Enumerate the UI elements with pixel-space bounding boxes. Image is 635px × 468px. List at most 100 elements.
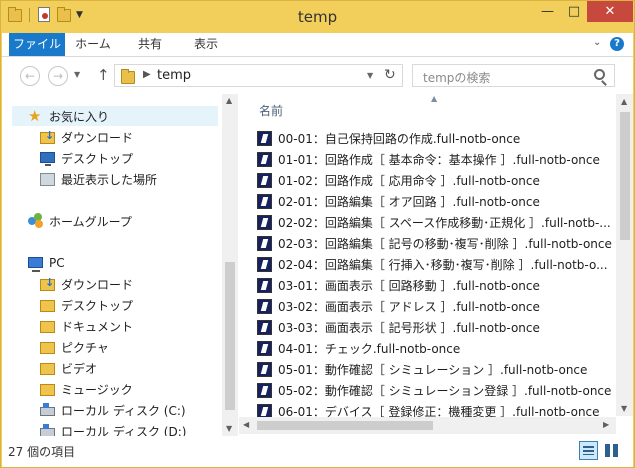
item-count: 27 個の項目 (8, 445, 76, 459)
file-name: 01-02：回路作成［ 応用命令 ］.full-notb-once (278, 174, 540, 188)
file-name: 02-03：回路編集［ 記号の移動･複写･削除 ］.full-notb-once (278, 237, 612, 251)
music-folder-icon (40, 381, 56, 397)
sidebar-item-desktop[interactable]: デスクトップ (40, 148, 133, 168)
sidebar-item-label: ホームグループ (49, 214, 132, 229)
scroll-left-icon[interactable]: ◀ (243, 420, 249, 429)
expand-ribbon-icon[interactable]: ⌄ (593, 37, 601, 48)
forward-button[interactable]: → (48, 66, 68, 86)
sidebar-item-pictures[interactable]: ピクチャ (40, 337, 109, 357)
file-list-vertical-scrollbar[interactable]: ▲ ▼ (616, 94, 633, 416)
tab-home[interactable]: ホーム (69, 33, 117, 56)
documents-folder-icon (40, 318, 56, 334)
sidebar-item-label: ローカル ディスク (C:) (61, 403, 186, 418)
file-list: ▲ 名前 00-01：自己保持回路の作成.full-notb-once 01-01… (239, 94, 615, 436)
explorer-window: ▼ temp — □ ✕ ファイル ホーム 共有 表示 ⌄ ? ← → ▼ ↑ … (0, 0, 635, 468)
scroll-up-icon[interactable]: ▲ (226, 96, 232, 105)
search-input[interactable]: tempの検索 (412, 64, 615, 87)
back-button[interactable]: ← (20, 66, 40, 86)
search-placeholder: tempの検索 (423, 71, 491, 85)
search-icon[interactable] (594, 69, 605, 80)
minimize-button[interactable]: — (534, 1, 561, 22)
address-dropdown-icon[interactable]: ▼ (367, 71, 373, 80)
file-row[interactable]: 01-01：回路作成［ 基本命令：基本操作 ］.full-notb-once (257, 149, 600, 170)
star-icon: ★ (28, 107, 42, 125)
sidebar-item-label: ミュージック (61, 382, 133, 397)
large-icons-view-icon[interactable] (602, 441, 621, 460)
pictures-folder-icon (40, 339, 56, 355)
scroll-down-icon[interactable]: ▼ (621, 404, 627, 413)
close-button[interactable]: ✕ (587, 1, 633, 22)
breadcrumb-separator-icon[interactable]: ▶ (143, 69, 151, 80)
sidebar-item-favorites[interactable]: ★ お気に入り (12, 106, 218, 126)
sidebar-item-homegroup[interactable]: ホームグループ (28, 211, 132, 231)
recent-locations-dropdown-icon[interactable]: ▼ (74, 70, 80, 79)
breadcrumb[interactable]: temp (157, 68, 191, 83)
title-bar: ▼ temp — □ ✕ (1, 1, 634, 33)
sidebar-item-label: PC (49, 256, 65, 270)
sidebar-item-music[interactable]: ミュージック (40, 379, 133, 399)
pc-icon (28, 255, 44, 272)
tab-share[interactable]: 共有 (126, 33, 174, 56)
sidebar-item-pc-desktop[interactable]: デスクトップ (40, 295, 133, 315)
file-row[interactable]: 00-01：自己保持回路の作成.full-notb-once (257, 128, 520, 149)
sidebar-item-pc[interactable]: PC (28, 253, 65, 273)
column-header: ▲ 名前 (239, 94, 615, 122)
sidebar-item-label: デスクトップ (61, 151, 134, 166)
file-list-horizontal-scrollbar[interactable]: ◀ ▶ (239, 417, 616, 434)
sidebar-item-recent-places[interactable]: 最近表示した場所 (40, 169, 157, 189)
file-row[interactable]: 02-01：回路編集［ オア回路 ］.full-notb-once (257, 191, 540, 212)
details-view-icon[interactable] (579, 441, 598, 460)
file-row[interactable]: 03-03：画面表示［ 記号形状 ］.full-notb-once (257, 317, 540, 338)
downloads-folder-icon (40, 276, 56, 292)
sidebar-item-label: 最近表示した場所 (61, 172, 158, 187)
file-row[interactable]: 04-01：チェック.full-notb-once (257, 338, 460, 359)
scroll-down-icon[interactable]: ▼ (226, 424, 232, 433)
navigation-pane-scrollbar[interactable]: ▲ ▼ (222, 94, 238, 436)
file-name: 02-01：回路編集［ オア回路 ］.full-notb-once (278, 195, 540, 209)
scrollbar-thumb[interactable] (225, 262, 235, 410)
scroll-up-icon[interactable]: ▲ (621, 97, 627, 106)
file-name: 02-02：回路編集［ スペース作成移動･正規化 ］.full-notb-... (278, 216, 611, 230)
sidebar-item-drive-d[interactable]: ローカル ディスク (D:) (40, 421, 186, 436)
tab-file[interactable]: ファイル (9, 33, 65, 56)
file-row[interactable]: 05-02：動作確認［ シミュレーション登録 ］.full-notb-once (257, 380, 611, 401)
drive-icon (40, 423, 56, 436)
sidebar-item-label: ダウンロード (61, 130, 134, 145)
scroll-right-icon[interactable]: ▶ (603, 420, 609, 429)
scrollbar-thumb[interactable] (620, 112, 630, 240)
help-icon[interactable]: ? (610, 37, 624, 51)
sidebar-item-drive-c[interactable]: ローカル ディスク (C:) (40, 400, 186, 420)
sidebar-item-pc-downloads[interactable]: ダウンロード (40, 274, 133, 294)
recent-places-icon (40, 171, 56, 187)
file-row[interactable]: 02-04：回路編集［ 行挿入･移動･複写･削除 ］.full-notb-o..… (257, 254, 608, 275)
file-icon (257, 383, 272, 398)
file-name: 00-01：自己保持回路の作成.full-notb-once (278, 132, 521, 146)
file-name: 03-01：画面表示［ 回路移動 ］.full-notb-once (278, 279, 540, 293)
up-button[interactable]: ↑ (97, 66, 110, 84)
file-icon (257, 152, 272, 167)
file-row[interactable]: 01-02：回路作成［ 応用命令 ］.full-notb-once (257, 170, 540, 191)
refresh-icon[interactable]: ↻ (384, 67, 396, 83)
sidebar-item-label: ビデオ (61, 361, 98, 376)
sidebar-item-documents[interactable]: ドキュメント (40, 316, 133, 336)
desktop-icon (40, 150, 56, 166)
maximize-button[interactable]: □ (561, 1, 587, 22)
file-name: 03-02：画面表示［ アドレス ］.full-notb-once (278, 300, 540, 314)
sidebar-item-label: ローカル ディスク (D:) (61, 424, 187, 437)
sidebar-item-label: お気に入り (49, 109, 110, 124)
file-row[interactable]: 02-03：回路編集［ 記号の移動･複写･削除 ］.full-notb-once (257, 233, 612, 254)
sidebar-item-downloads[interactable]: ダウンロード (40, 127, 133, 147)
column-header-name[interactable]: 名前 (259, 102, 283, 119)
file-row[interactable]: 03-01：画面表示［ 回路移動 ］.full-notb-once (257, 275, 540, 296)
tab-view[interactable]: 表示 (182, 33, 230, 56)
sidebar-item-videos[interactable]: ビデオ (40, 358, 97, 378)
file-row[interactable]: 03-02：画面表示［ アドレス ］.full-notb-once (257, 296, 540, 317)
file-name: 01-01：回路作成［ 基本命令：基本操作 ］.full-notb-once (278, 153, 600, 167)
file-icon (257, 362, 272, 377)
file-row[interactable]: 02-02：回路編集［ スペース作成移動･正規化 ］.full-notb-... (257, 212, 611, 233)
file-icon (257, 341, 272, 356)
content-area: ★ お気に入り ダウンロード デスクトップ 最近表示した場所 (2, 94, 633, 436)
file-row[interactable]: 05-01：動作確認［ シミュレーション ］.full-notb-once (257, 359, 587, 380)
scrollbar-thumb[interactable] (257, 421, 433, 430)
address-bar[interactable]: ▶ temp ▼ ↻ (114, 64, 403, 87)
